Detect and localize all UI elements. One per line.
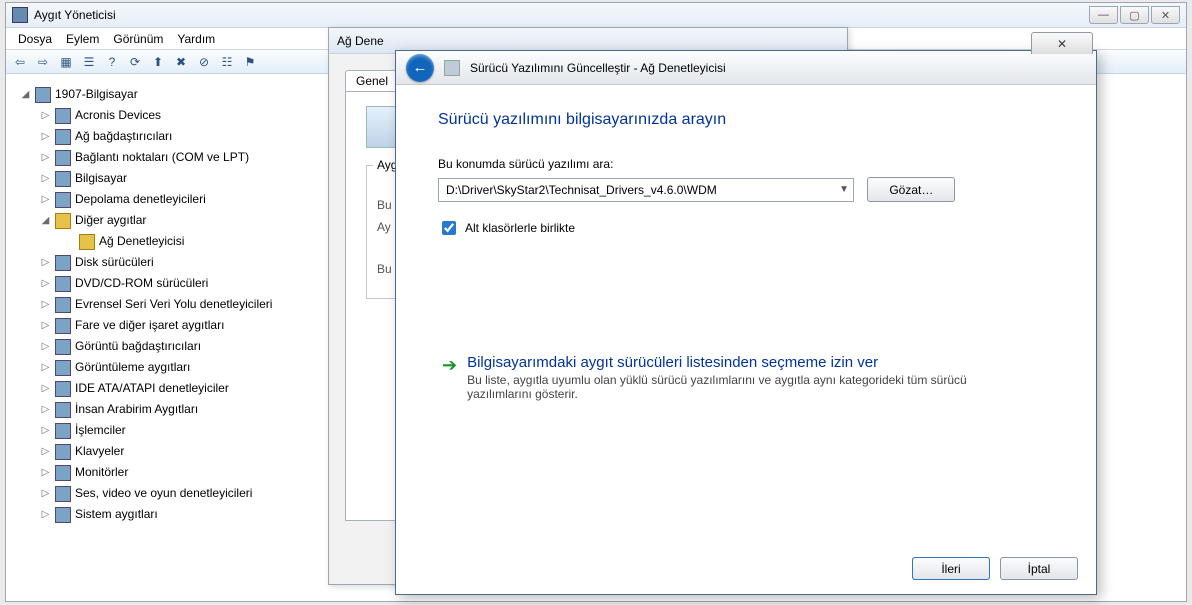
maximize-button[interactable]: ▢ xyxy=(1120,6,1149,24)
wizard-body: Sürücü yazılımını bilgisayarınızda arayı… xyxy=(396,85,1096,433)
wizard-icon xyxy=(444,60,460,76)
cancel-button[interactable]: İptal xyxy=(1000,557,1078,580)
option-desc: Bu liste, aygıtla uyumlu olan yüklü sürü… xyxy=(467,373,1007,401)
collapse-icon[interactable]: ◢ xyxy=(20,89,31,100)
device-icon xyxy=(55,255,71,271)
device-icon xyxy=(55,486,71,502)
device-icon xyxy=(55,297,71,313)
device-icon xyxy=(55,171,71,187)
device-icon xyxy=(55,402,71,418)
device-manager-icon xyxy=(12,7,28,23)
expand-icon[interactable]: ▷ xyxy=(40,152,51,163)
warning-device-icon xyxy=(79,234,95,250)
show-hidden-icon[interactable]: ▦ xyxy=(58,54,74,70)
wizard-heading: Sürücü yazılımını bilgisayarınızda arayı… xyxy=(438,111,1054,129)
device-icon xyxy=(55,507,71,523)
expand-icon[interactable]: ▷ xyxy=(40,383,51,394)
back-icon[interactable]: ⇦ xyxy=(12,54,28,70)
update-driver-icon[interactable]: ⬆ xyxy=(150,54,166,70)
expand-icon[interactable]: ▷ xyxy=(40,404,51,415)
expand-icon[interactable]: ▷ xyxy=(40,320,51,331)
uninstall-icon[interactable]: ✖ xyxy=(173,54,189,70)
device-icon xyxy=(55,360,71,376)
expand-icon[interactable]: ▷ xyxy=(40,488,51,499)
device-icon xyxy=(55,276,71,292)
browse-button[interactable]: Gözat… xyxy=(867,177,955,202)
path-label: Bu konumda sürücü yazılımı ara: xyxy=(438,157,1054,171)
expand-icon[interactable]: ▷ xyxy=(40,446,51,457)
device-icon xyxy=(55,150,71,166)
device-icon xyxy=(55,339,71,355)
wizard-title: Sürücü Yazılımını Güncelleştir - Ağ Dene… xyxy=(470,61,726,75)
properties-icon[interactable]: ☰ xyxy=(81,54,97,70)
option-title: Bilgisayarımdaki aygıt sürücüleri listes… xyxy=(467,354,1007,371)
device-icon xyxy=(55,192,71,208)
expand-icon[interactable]: ▷ xyxy=(40,467,51,478)
computer-icon xyxy=(35,87,51,103)
device-icon xyxy=(55,381,71,397)
expand-icon[interactable]: ▷ xyxy=(40,362,51,373)
forward-icon[interactable]: ⇨ xyxy=(35,54,51,70)
collapse-icon[interactable]: ◢ xyxy=(40,215,51,226)
expand-icon[interactable]: ▷ xyxy=(40,131,51,142)
tab-general[interactable]: Genel xyxy=(345,70,399,91)
expand-icon[interactable]: ▷ xyxy=(40,257,51,268)
expand-icon[interactable]: ▷ xyxy=(40,341,51,352)
menu-file[interactable]: Dosya xyxy=(18,32,52,46)
subfolders-label: Alt klasörlerle birlikte xyxy=(465,221,575,235)
window-title: Aygıt Yöneticisi xyxy=(34,8,1089,22)
wizard-close-button[interactable]: ✕ xyxy=(1031,32,1093,54)
help-icon[interactable]: ? xyxy=(104,54,120,70)
device-icon xyxy=(55,108,71,124)
menu-action[interactable]: Eylem xyxy=(66,32,99,46)
chevron-down-icon[interactable]: ▼ xyxy=(839,184,849,195)
update-driver-wizard: ✕ ← Sürücü Yazılımını Güncelleştir - Ağ … xyxy=(395,50,1097,595)
arrow-right-icon: ➔ xyxy=(442,354,457,401)
expand-icon[interactable]: ▷ xyxy=(40,509,51,520)
minimize-button[interactable]: — xyxy=(1089,6,1118,24)
expand-icon[interactable]: ▷ xyxy=(40,173,51,184)
menu-view[interactable]: Görünüm xyxy=(113,32,163,46)
expand-icon[interactable]: ▷ xyxy=(40,425,51,436)
device-icon xyxy=(55,129,71,145)
subfolders-checkbox[interactable] xyxy=(442,221,456,235)
next-button[interactable]: İleri xyxy=(912,557,990,580)
wizard-back-button[interactable]: ← xyxy=(406,54,434,82)
subfolders-row[interactable]: Alt klasörlerle birlikte xyxy=(438,218,1054,238)
properties-title: Ağ Dene xyxy=(337,34,384,48)
device-icon xyxy=(55,318,71,334)
pick-from-list-option[interactable]: ➔ Bilgisayarımdaki aygıt sürücüleri list… xyxy=(438,348,1054,407)
scan-icon[interactable]: ⟳ xyxy=(127,54,143,70)
device-icon xyxy=(55,444,71,460)
titlebar: Aygıt Yöneticisi — ▢ ✕ xyxy=(6,3,1186,28)
expand-icon[interactable]: ▷ xyxy=(40,278,51,289)
expand-icon[interactable]: ▷ xyxy=(40,110,51,121)
disable-icon[interactable]: ⊘ xyxy=(196,54,212,70)
menu-help[interactable]: Yardım xyxy=(177,32,215,46)
close-button[interactable]: ✕ xyxy=(1151,6,1180,24)
expand-icon[interactable]: ▷ xyxy=(40,299,51,310)
wizard-header: ← Sürücü Yazılımını Güncelleştir - Ağ De… xyxy=(396,51,1096,85)
resources-icon[interactable]: ⚑ xyxy=(242,54,258,70)
devices-icon[interactable]: ☷ xyxy=(219,54,235,70)
device-icon xyxy=(55,423,71,439)
warning-device-icon xyxy=(55,213,71,229)
driver-path-combobox[interactable]: D:\Driver\SkyStar2\Technisat_Drivers_v4.… xyxy=(438,178,854,202)
expand-icon[interactable]: ▷ xyxy=(40,194,51,205)
driver-path-value: D:\Driver\SkyStar2\Technisat_Drivers_v4.… xyxy=(446,183,717,197)
device-icon xyxy=(55,465,71,481)
